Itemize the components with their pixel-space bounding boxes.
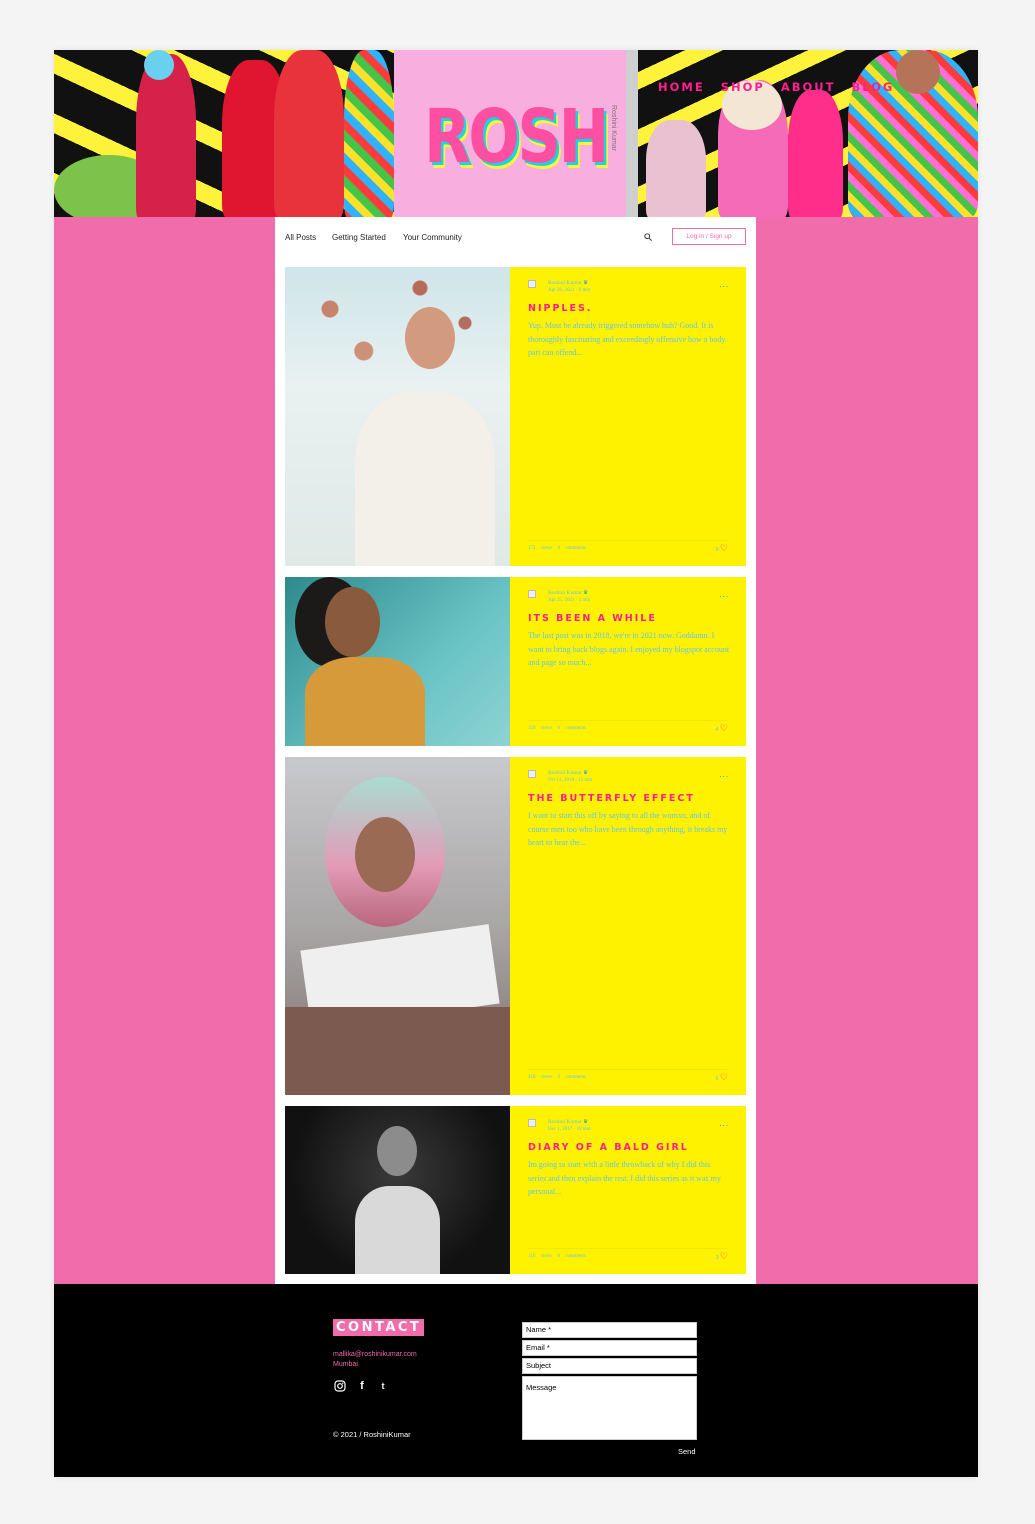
nav-about[interactable]: ABOUT — [781, 80, 836, 94]
post-image[interactable] — [285, 267, 510, 566]
heart-icon[interactable]: ♡ — [720, 1072, 728, 1082]
contact-email[interactable]: mallika@roshinikumar.com — [333, 1351, 417, 1358]
more-options-icon[interactable]: ⋮ — [719, 282, 729, 291]
contact-heading: CONTACT — [333, 1319, 425, 1336]
post-footer: 172 views 0 comments 9 ♡ — [528, 540, 728, 554]
tumblr-icon[interactable]: t — [377, 1380, 389, 1392]
post-title[interactable]: THE BUTTERFLY EFFECT — [528, 793, 695, 804]
post-meta: Apr 25, 2021 · 3 min — [548, 598, 591, 603]
blog-panel: All Posts Getting Started Your Community… — [275, 217, 756, 1284]
tab-all-posts[interactable]: All Posts — [285, 233, 316, 242]
post-stats: 110 views 0 comments — [528, 1254, 586, 1259]
login-signup-button[interactable]: Log in / Sign up — [672, 228, 746, 245]
post-stats: 418 views 0 comments — [528, 1075, 586, 1080]
crown-icon: ♛ — [583, 770, 589, 776]
name-field[interactable]: Name * — [522, 1322, 697, 1338]
crown-icon: ♛ — [583, 1119, 589, 1125]
post-card[interactable]: Roshini Kumar ♛ Apr 25, 2021 · 3 min ⋮ I… — [285, 577, 746, 746]
instagram-icon[interactable] — [334, 1380, 346, 1392]
email-field[interactable]: Email * — [522, 1340, 697, 1356]
post-image[interactable] — [285, 577, 510, 746]
post-stats: 172 views 0 comments — [528, 546, 586, 551]
send-button[interactable]: Send — [678, 1447, 696, 1456]
search-icon[interactable] — [644, 233, 652, 241]
facebook-icon[interactable]: f — [356, 1380, 368, 1392]
author-name[interactable]: Roshini Kumar ♛ — [548, 1119, 588, 1125]
heart-icon[interactable]: ♡ — [720, 543, 728, 553]
header-logo-panel: ROSH — [394, 50, 626, 217]
author-name[interactable]: Roshini Kumar ♛ — [548, 590, 588, 596]
like-button[interactable]: 6 ♡ — [716, 1072, 728, 1083]
header-divider-strip — [626, 50, 638, 217]
post-excerpt: I want to start this off by saying to al… — [528, 811, 728, 847]
nav-blog[interactable]: BLOG — [851, 80, 894, 94]
message-field[interactable]: Message — [522, 1376, 697, 1440]
crown-icon: ♛ — [583, 280, 589, 286]
heart-icon[interactable]: ♡ — [720, 723, 728, 733]
post-title[interactable]: NIPPLES. — [528, 303, 592, 314]
site-container: ROSH Roshini Kumar HOME SHOP ABOUT BLOG … — [54, 50, 978, 1477]
post-title[interactable]: DIARY OF A BALD GIRL — [528, 1142, 689, 1153]
crown-icon: ♛ — [583, 590, 589, 596]
post-footer: 110 views 0 comments 3 ♡ — [528, 1248, 728, 1262]
contact-city: Mumbai — [333, 1361, 358, 1368]
author-name[interactable]: Roshini Kumar ♛ — [548, 770, 588, 776]
post-meta: Apr 26, 2021 · 6 min — [548, 288, 591, 293]
post-title[interactable]: ITS BEEN A WHILE — [528, 613, 657, 624]
post-card[interactable]: Roshini Kumar ♛ Apr 26, 2021 · 6 min ⋮ N… — [285, 267, 746, 566]
nav-shop[interactable]: SHOP — [721, 80, 765, 94]
more-options-icon[interactable]: ⋮ — [719, 592, 729, 601]
post-meta: Dec 1, 2017 · 10 min — [548, 1127, 591, 1132]
tab-getting-started[interactable]: Getting Started — [332, 233, 386, 242]
header-photo-right — [638, 50, 978, 217]
site-footer: CONTACT mallika@roshinikumar.com Mumbai … — [54, 1284, 978, 1477]
post-stats: 159 views 0 comments — [528, 726, 586, 731]
nav-home[interactable]: HOME — [658, 80, 705, 94]
author-avatar[interactable] — [528, 1119, 536, 1127]
main-navigation: HOME SHOP ABOUT BLOG — [658, 80, 894, 94]
author-avatar[interactable] — [528, 280, 536, 288]
post-card[interactable]: Roshini Kumar ♛ Dec 1, 2017 · 10 min ⋮ D… — [285, 1106, 746, 1274]
post-excerpt: Im going to start with a little throwbac… — [528, 1160, 721, 1196]
copyright: © 2021 / RoshiniKumar — [333, 1430, 411, 1439]
post-card[interactable]: Roshini Kumar ♛ Oct 14, 2018 · 15 min ⋮ … — [285, 757, 746, 1095]
more-options-icon[interactable]: ⋮ — [719, 772, 729, 781]
post-image[interactable] — [285, 757, 510, 1095]
header-photo-left — [54, 50, 394, 217]
tab-your-community[interactable]: Your Community — [403, 233, 462, 242]
more-options-icon[interactable]: ⋮ — [719, 1121, 729, 1130]
blog-category-nav: All Posts Getting Started Your Community… — [275, 217, 756, 257]
post-footer: 159 views 0 comments 4 ♡ — [528, 720, 728, 734]
post-meta: Oct 14, 2018 · 15 min — [548, 778, 593, 783]
heart-icon[interactable]: ♡ — [720, 1251, 728, 1261]
post-image[interactable] — [285, 1106, 510, 1274]
subject-field[interactable]: Subject — [522, 1358, 697, 1374]
site-logo[interactable]: ROSH — [424, 94, 609, 180]
like-button[interactable]: 9 ♡ — [716, 543, 728, 554]
header-banner: ROSH Roshini Kumar HOME SHOP ABOUT BLOG — [54, 50, 978, 217]
author-avatar[interactable] — [528, 770, 536, 778]
post-excerpt: The last post was in 2018, we're in 2021… — [528, 631, 730, 667]
post-footer: 418 views 0 comments 6 ♡ — [528, 1069, 728, 1083]
like-button[interactable]: 4 ♡ — [716, 723, 728, 734]
author-name[interactable]: Roshini Kumar ♛ — [548, 280, 588, 286]
post-excerpt: Yup. Must be already triggered somehow h… — [528, 321, 726, 357]
like-button[interactable]: 3 ♡ — [716, 1251, 728, 1262]
author-avatar[interactable] — [528, 590, 536, 598]
header-strip-text: Roshini Kumar — [610, 105, 617, 151]
